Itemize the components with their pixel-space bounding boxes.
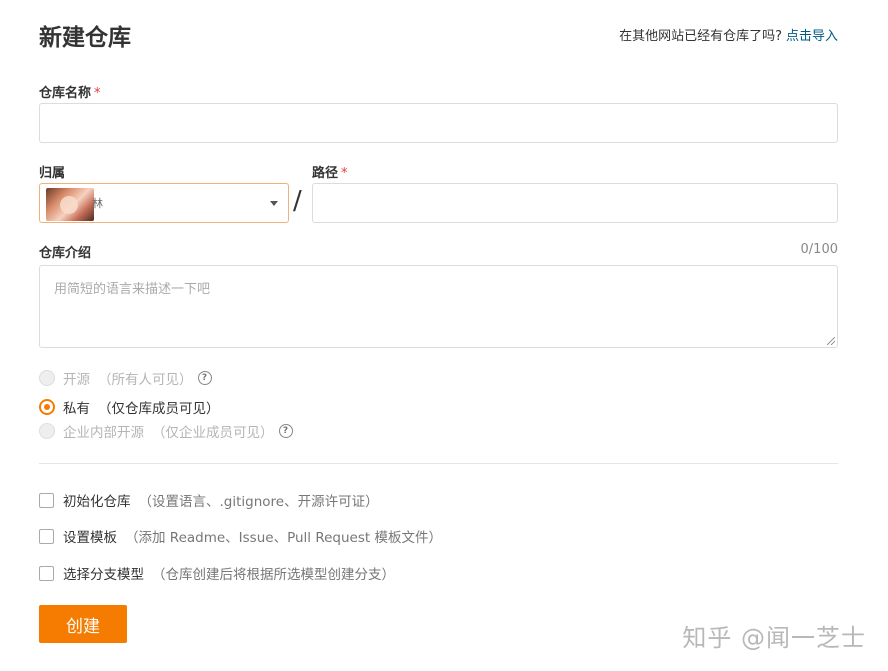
visibility-public-option[interactable]: 开源 （所有人可见） ? xyxy=(39,368,212,388)
import-hint: 在其他网站已经有仓库了吗? 点击导入 xyxy=(619,25,838,44)
init-repo-option[interactable]: 初始化仓库 （设置语言、.gitignore、开源许可证） xyxy=(39,490,379,510)
branch-model-checkbox[interactable] xyxy=(39,565,54,581)
radio-note: （仅企业成员可见） xyxy=(152,425,274,441)
checkbox-note: （设置语言、.gitignore、开源许可证） xyxy=(138,494,379,510)
checkbox-note: （添加 Readme、Issue、Pull Request 模板文件） xyxy=(125,530,442,546)
checkbox-label: 选择分支模型 xyxy=(63,567,144,583)
owner-select[interactable]: 林 xyxy=(39,183,289,223)
visibility-private-option[interactable]: 私有 （仅仓库成员可见） xyxy=(39,397,220,417)
resize-handle-icon[interactable] xyxy=(827,337,835,345)
radio-label: 私有 xyxy=(63,401,90,417)
path-separator: / xyxy=(293,186,302,216)
template-checkbox[interactable] xyxy=(39,528,54,544)
help-icon[interactable]: ? xyxy=(197,371,212,385)
branch-model-option[interactable]: 选择分支模型 （仓库创建后将根据所选模型创建分支） xyxy=(39,563,395,583)
caret-down-icon xyxy=(270,201,278,206)
description-counter: 0/100 xyxy=(800,242,838,257)
path-label-text: 路径 xyxy=(312,166,339,181)
watermark: 知乎 @闻一芝士 xyxy=(682,624,866,652)
avatar xyxy=(46,188,94,221)
description-label: 仓库介绍 xyxy=(39,246,92,261)
repo-name-label-text: 仓库名称 xyxy=(39,86,92,101)
page-title: 新建仓库 xyxy=(39,25,131,51)
owner-name: 林 xyxy=(92,197,103,210)
checkbox-label: 设置模板 xyxy=(63,530,117,546)
radio-note: （所有人可见） xyxy=(98,372,193,388)
repo-name-label: 仓库名称 * xyxy=(39,82,101,101)
divider xyxy=(39,463,838,464)
repo-name-input[interactable] xyxy=(39,103,838,143)
template-option[interactable]: 设置模板 （添加 Readme、Issue、Pull Request 模板文件） xyxy=(39,526,442,546)
path-label: 路径 * xyxy=(312,162,348,181)
import-link[interactable]: 点击导入 xyxy=(786,29,838,44)
radio-private[interactable] xyxy=(39,399,55,415)
radio-enterprise[interactable] xyxy=(39,423,55,439)
required-mark: * xyxy=(341,166,348,181)
radio-note: （仅仓库成员可见） xyxy=(98,401,220,417)
description-placeholder: 用简短的语言来描述一下吧 xyxy=(54,282,211,297)
radio-public[interactable] xyxy=(39,370,55,386)
radio-label: 开源 xyxy=(63,372,90,388)
import-hint-text: 在其他网站已经有仓库了吗? xyxy=(619,29,782,44)
path-input[interactable] xyxy=(312,183,838,223)
checkbox-label: 初始化仓库 xyxy=(63,494,131,510)
checkbox-note: （仓库创建后将根据所选模型创建分支） xyxy=(152,567,395,583)
init-repo-checkbox[interactable] xyxy=(39,492,54,508)
radio-label: 企业内部开源 xyxy=(63,425,144,441)
description-textarea[interactable]: 用简短的语言来描述一下吧 xyxy=(39,265,838,348)
create-button[interactable]: 创建 xyxy=(39,605,127,643)
visibility-enterprise-option[interactable]: 企业内部开源 （仅企业成员可见） ? xyxy=(39,421,293,441)
owner-label: 归属 xyxy=(39,166,66,181)
required-mark: * xyxy=(94,86,101,101)
help-icon[interactable]: ? xyxy=(278,424,293,438)
